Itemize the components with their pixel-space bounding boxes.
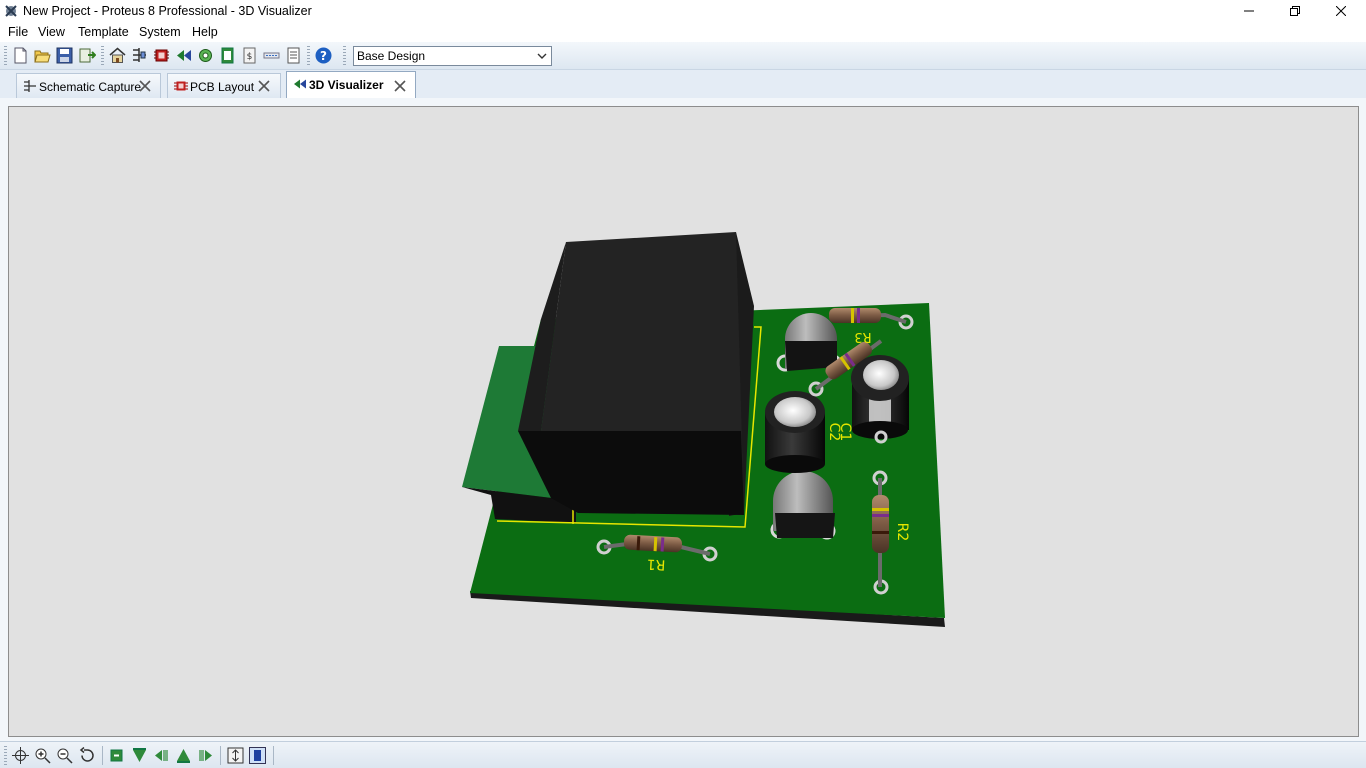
separator [220,746,221,765]
minimize-button[interactable] [1226,0,1272,23]
design-variant-value: Base Design [357,49,426,63]
reset-view-icon[interactable] [79,747,96,764]
tab-schematic-capture[interactable]: Schematic Capture [16,73,161,98]
tab-3d-visualizer-label: 3D Visualizer [309,78,384,92]
minimize-icon [1244,10,1254,12]
schematic-icon[interactable] [131,47,148,64]
close-window-button[interactable] [1318,0,1364,23]
view-right-icon[interactable] [197,747,214,764]
separator [273,746,274,765]
close-tab-icon[interactable] [257,79,271,93]
design-variant-select[interactable]: Base Design [353,46,552,66]
notes-icon[interactable] [285,47,302,64]
menu-view[interactable]: View [38,25,65,39]
label-r2: R2 [894,523,910,542]
proteus-logo-icon [5,5,17,17]
close-tab-icon[interactable] [138,79,152,93]
toolbar-grip-2[interactable] [101,46,104,66]
title-bar: New Project - Proteus 8 Professional - 3… [0,0,1366,23]
view-toolbar-grip[interactable] [4,746,7,766]
pcb-3d-scene[interactable]: R1 R2 R3 C1 C2 [9,107,1359,737]
svg-text:?: ? [320,49,327,63]
close-icon [1335,5,1347,17]
zoom-out-icon[interactable] [56,747,73,764]
view-front-icon[interactable] [108,747,125,764]
gerber-icon[interactable] [197,47,214,64]
menu-system[interactable]: System [139,25,181,39]
menu-help[interactable]: Help [192,25,218,39]
board-icon[interactable] [249,747,266,764]
window-title: New Project - Proteus 8 Professional - 3… [23,4,312,18]
pcb-chip-icon [174,81,188,91]
view-left-icon[interactable] [153,747,170,764]
new-icon[interactable] [12,47,29,64]
pcb-icon[interactable] [153,47,170,64]
design-explorer-icon[interactable]: $ [241,47,258,64]
restore-button[interactable] [1272,0,1318,23]
tab-schematic-capture-label: Schematic Capture [39,80,142,94]
view-back-icon[interactable] [175,747,192,764]
visualizer-icon[interactable] [175,47,192,64]
menu-file[interactable]: File [8,25,28,39]
tab-strip: Schematic Capture PCB Layout 3D Visualiz… [0,70,1366,99]
label-r3: R3 [854,329,871,344]
save-icon[interactable] [56,47,73,64]
toolbar-grip-3[interactable] [307,46,310,66]
help-icon[interactable]: ? [315,47,332,64]
toolbar-grip[interactable] [4,46,7,66]
label-c2: C2 [826,423,842,442]
view-toolbar [0,741,1366,768]
capacitor-c2 [851,355,909,439]
height-icon[interactable] [227,747,244,764]
capacitor-c1 [765,391,825,473]
pan-icon[interactable] [12,747,29,764]
menu-template[interactable]: Template [78,25,129,39]
chevron-down-icon [537,53,547,59]
3d-viewport[interactable]: R1 R2 R3 C1 C2 [8,106,1359,737]
import-icon[interactable] [79,47,96,64]
bom-icon[interactable] [219,47,236,64]
visualizer-icon [294,79,306,89]
restore-icon [1290,6,1300,16]
tab-pcb-layout-label: PCB Layout [190,80,255,94]
schematic-icon [24,80,36,92]
home-icon[interactable] [109,47,126,64]
netlist-icon[interactable] [263,47,280,64]
tab-3d-visualizer[interactable]: 3D Visualizer [286,71,416,99]
toolbar-grip-4[interactable] [343,46,346,66]
view-top-icon[interactable] [131,747,148,764]
tab-pcb-layout[interactable]: PCB Layout [167,73,281,98]
zoom-in-icon[interactable] [34,747,51,764]
close-tab-icon[interactable] [393,79,407,93]
svg-text:$: $ [247,52,253,62]
open-icon[interactable] [34,47,51,64]
menu-bar: File View Template System Help [0,23,1366,42]
separator [102,746,103,765]
main-toolbar: $ ? [0,42,1366,70]
label-r1: R1 [646,556,665,573]
